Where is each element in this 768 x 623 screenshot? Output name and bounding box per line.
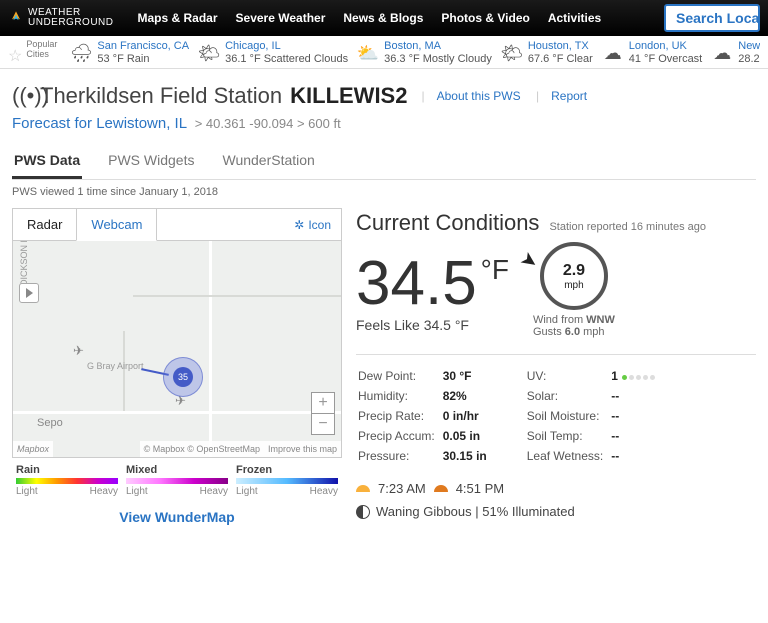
tab-pws-data[interactable]: PWS Data [12, 146, 82, 179]
airport-icon: ✈ [73, 343, 84, 359]
nav-news[interactable]: News & Blogs [343, 11, 423, 25]
brand-logo[interactable]: WEATHERUNDERGROUND [8, 8, 114, 28]
station-marker[interactable]: 35 [163, 357, 203, 397]
sunrise-icon [356, 485, 370, 492]
pws-tabs: PWS Data PWS Widgets WunderStation [12, 146, 756, 180]
town-label: Sepo [37, 417, 63, 429]
legend-rain: Rain [16, 464, 118, 476]
tab-wunderstation[interactable]: WunderStation [220, 146, 316, 179]
view-wundermap-link[interactable]: View WunderMap [12, 501, 342, 533]
popular-label: PopularCities [26, 40, 57, 60]
station-links: |About this PWS |Report [415, 89, 593, 103]
moon-icon [356, 505, 370, 519]
moon-phase: Waning Gibbous | 51% Illuminated [356, 504, 756, 519]
primary-nav: Maps & Radar Severe Weather News & Blogs… [138, 11, 602, 25]
city-item[interactable]: 🌤Houston, TX67.6 °F Clear [496, 40, 597, 66]
favorite-star-icon[interactable]: ☆ [8, 46, 22, 66]
city-item[interactable]: 🌧San Francisco, CA53 °F Rain [65, 40, 193, 66]
about-pws-link[interactable]: About this PWS [437, 89, 521, 103]
tab-pws-widgets[interactable]: PWS Widgets [106, 146, 196, 179]
nav-photos[interactable]: Photos & Video [441, 11, 529, 25]
stat-row: Precip Accum:0.05 in [358, 427, 493, 445]
sun-times: 7:23 AM 4:51 PM [356, 481, 756, 496]
legend-frozen: Frozen [236, 464, 338, 476]
conditions-table-right: UV:1 Solar:-- Soil Moisture:-- Soil Temp:--… [525, 365, 663, 467]
zoom-control: +− [311, 392, 335, 435]
stat-row: Soil Temp:-- [527, 427, 661, 445]
station-header: ((•)) Therkildsen Field Station KILLEWIS… [12, 83, 756, 109]
improve-map-link[interactable]: Improve this map [264, 441, 341, 457]
current-temperature: 34.5°F [356, 248, 509, 319]
station-name: Therkildsen Field Station [40, 83, 282, 109]
city-item[interactable]: ☁New York,28.2 °F Ov [706, 40, 760, 66]
weather-icon: ☁ [710, 41, 734, 65]
nav-maps[interactable]: Maps & Radar [138, 11, 218, 25]
osm-attribution[interactable]: © Mapbox © OpenStreetMap [140, 441, 264, 457]
popular-cities-bar: ☆ PopularCities 🌧San Francisco, CA53 °F … [0, 36, 768, 69]
nav-severe[interactable]: Severe Weather [236, 11, 326, 25]
weather-icon: 🌤 [197, 41, 221, 65]
live-indicator-icon: ((•)) [12, 83, 32, 109]
top-navbar: WEATHERUNDERGROUND Maps & Radar Severe W… [0, 0, 768, 36]
icon-toggle[interactable]: ✲Icon [284, 210, 341, 240]
stat-row: UV:1 [527, 367, 661, 385]
stat-row: Soil Moisture:-- [527, 407, 661, 425]
city-item[interactable]: ⛅Boston, MA36.3 °F Mostly Cloudy [352, 40, 496, 66]
stat-row: Humidity:82% [358, 387, 493, 405]
city-item[interactable]: ☁London, UK41 °F Overcast [597, 40, 706, 66]
stat-row: Pressure:30.15 in [358, 447, 493, 465]
wind-gauge: ➤ 2.9mph Wind from WNW Gusts 6.0 mph [533, 242, 615, 338]
weather-icon: ☁ [601, 41, 625, 65]
conditions-table-left: Dew Point:30 °F Humidity:82% Precip Rate:0… [356, 365, 495, 467]
stat-row: Dew Point:30 °F [358, 367, 493, 385]
forecast-link[interactable]: Forecast for Lewistown, IL [12, 115, 187, 132]
station-coords: > 40.361 -90.094 > 600 ft [195, 116, 341, 131]
report-link[interactable]: Report [551, 89, 587, 103]
map-canvas[interactable]: N DICKSON MOUNDS RD G Bray Airport ✈ ✈ S… [13, 241, 341, 457]
stat-row: Solar:-- [527, 387, 661, 405]
current-conditions-title: Current Conditions [356, 210, 539, 236]
pws-view-count: PWS viewed 1 time since January 1, 2018 [12, 186, 756, 198]
tab-radar[interactable]: Radar [13, 209, 76, 240]
stat-row: Precip Rate:0 in/hr [358, 407, 493, 425]
airport-label: G Bray Airport [87, 361, 144, 371]
brand-text: WEATHERUNDERGROUND [28, 8, 114, 28]
play-button[interactable] [19, 283, 39, 303]
weather-icon: 🌤 [500, 41, 524, 65]
precip-legend: RainLightHeavy MixedLightHeavy FrozenLig… [12, 458, 342, 501]
station-report-age: Station reported 16 minutes ago [549, 221, 706, 233]
legend-mixed: Mixed [126, 464, 228, 476]
feels-like: Feels Like 34.5 °F [356, 317, 509, 333]
mapbox-attribution: Mapbox [13, 441, 53, 457]
city-item[interactable]: 🌤Chicago, IL36.1 °F Scattered Clouds [193, 40, 352, 66]
weather-icon: 🌧 [69, 41, 93, 65]
zoom-in[interactable]: + [312, 393, 334, 414]
wu-logo-icon [8, 10, 24, 26]
sunset-icon [434, 485, 448, 492]
map-panel: Radar Webcam ✲Icon N DICKSON MOUNDS RD G… [12, 208, 342, 458]
gear-icon: ✲ [294, 218, 304, 232]
search-input[interactable]: Search Loca [664, 4, 760, 32]
tab-webcam[interactable]: Webcam [76, 209, 157, 241]
station-code: KILLEWIS2 [290, 83, 407, 109]
zoom-out[interactable]: − [312, 414, 334, 434]
wind-arrow-icon: ➤ [515, 246, 543, 276]
nav-activities[interactable]: Activities [548, 11, 601, 25]
weather-icon: ⛅ [356, 41, 380, 65]
stat-row: Leaf Wetness:-- [527, 447, 661, 465]
